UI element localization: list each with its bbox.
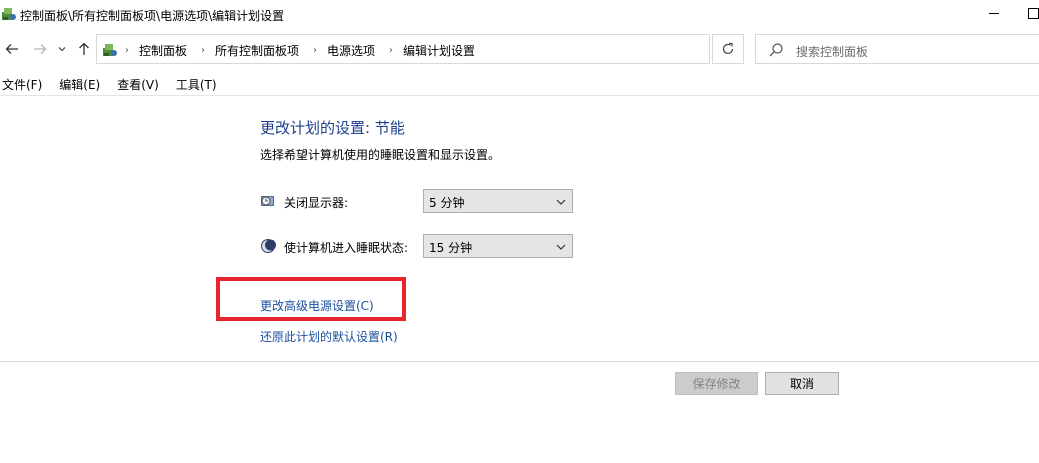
search-box[interactable]: 搜索控制面板 xyxy=(755,34,1039,64)
up-button[interactable] xyxy=(75,38,93,60)
control-panel-icon xyxy=(1,6,17,22)
breadcrumb-separator[interactable]: › xyxy=(313,45,317,56)
refresh-button[interactable] xyxy=(712,34,744,64)
chevron-down-icon xyxy=(555,196,567,208)
breadcrumb-power-options[interactable]: 电源选项 xyxy=(327,42,375,59)
back-button[interactable] xyxy=(3,38,21,60)
moon-icon xyxy=(260,238,276,254)
content-divider xyxy=(0,361,1039,362)
advanced-power-settings-link[interactable]: 更改高级电源设置(C) xyxy=(260,297,374,314)
breadcrumb-separator[interactable]: › xyxy=(125,45,129,56)
sleep-label: 使计算机进入睡眠状态: xyxy=(284,241,409,255)
minimize-button[interactable] xyxy=(985,4,1003,22)
page-title: 更改计划的设置: 节能 xyxy=(260,119,405,137)
sleep-value: 15 分钟 xyxy=(429,241,473,255)
refresh-icon xyxy=(722,42,734,55)
monitor-clock-icon xyxy=(260,193,276,209)
cancel-button[interactable]: 取消 xyxy=(765,372,839,395)
display-off-select[interactable]: 5 分钟 xyxy=(423,189,573,213)
search-input[interactable]: 搜索控制面板 xyxy=(796,43,868,60)
menu-file[interactable]: 文件(F) xyxy=(2,76,42,96)
minimize-icon xyxy=(989,12,999,14)
display-off-label: 关闭显示器: xyxy=(284,196,349,210)
breadcrumb-separator[interactable]: › xyxy=(201,45,205,56)
page-description: 选择希望计算机使用的睡眠设置和显示设置。 xyxy=(260,148,501,162)
arrow-up-icon xyxy=(79,42,89,55)
title-bar: 控制面板\所有控制面板项\电源选项\编辑计划设置 xyxy=(0,0,1039,30)
menu-view[interactable]: 查看(V) xyxy=(117,76,159,96)
maximize-button[interactable] xyxy=(1024,4,1039,22)
control-panel-icon xyxy=(102,42,118,58)
chevron-down-icon xyxy=(58,47,66,52)
display-off-value: 5 分钟 xyxy=(429,196,465,210)
maximize-icon xyxy=(1027,7,1039,19)
address-bar[interactable]: › 控制面板 › 所有控制面板项 › 电源选项 › 编辑计划设置 xyxy=(96,34,799,64)
menu-edit[interactable]: 编辑(E) xyxy=(59,76,100,96)
forward-button[interactable] xyxy=(31,38,49,60)
sleep-select[interactable]: 15 分钟 xyxy=(423,234,573,258)
breadcrumb-control-panel[interactable]: 控制面板 xyxy=(139,42,187,59)
window-title: 控制面板\所有控制面板项\电源选项\编辑计划设置 xyxy=(20,9,285,23)
arrow-right-icon xyxy=(34,44,47,54)
arrow-left-icon xyxy=(5,44,18,54)
recent-locations-button[interactable] xyxy=(55,38,69,60)
breadcrumb-separator[interactable]: › xyxy=(389,45,393,56)
navigation-bar: › 控制面板 › 所有控制面板项 › 电源选项 › 编辑计划设置 搜索控制面板 xyxy=(0,34,1039,66)
menu-divider xyxy=(0,95,1039,96)
breadcrumb-edit-plan[interactable]: 编辑计划设置 xyxy=(403,42,475,59)
restore-defaults-link[interactable]: 还原此计划的默认设置(R) xyxy=(260,328,398,345)
breadcrumb-all-items[interactable]: 所有控制面板项 xyxy=(215,42,299,59)
menu-bar: 文件(F) 编辑(E) 查看(V) 工具(T) xyxy=(0,76,1039,96)
breadcrumb: › 控制面板 › 所有控制面板项 › 电源选项 › 编辑计划设置 xyxy=(125,42,489,59)
search-icon xyxy=(768,42,784,58)
menu-tools[interactable]: 工具(T) xyxy=(176,76,217,96)
chevron-down-icon xyxy=(555,241,567,253)
save-changes-button[interactable]: 保存修改 xyxy=(675,372,758,395)
